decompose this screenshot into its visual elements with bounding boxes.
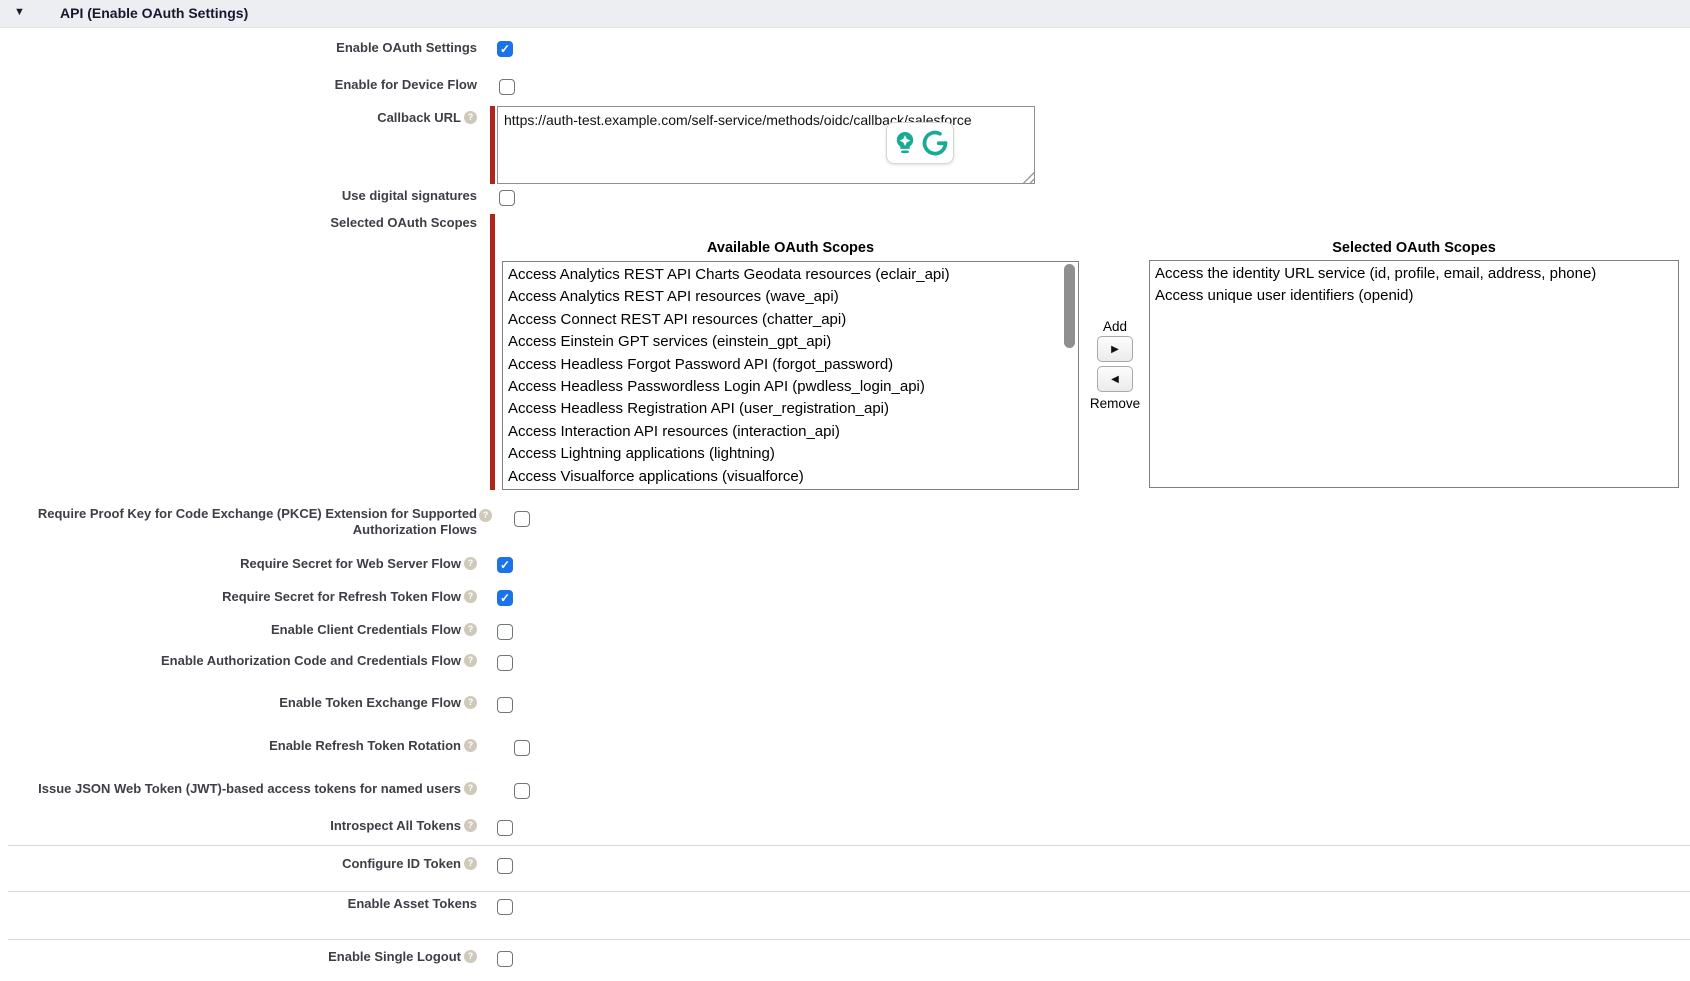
row-divider xyxy=(8,845,1690,846)
selected-oauth-scopes-label: Selected OAuth Scopes xyxy=(0,215,477,231)
section-title: API (Enable OAuth Settings) xyxy=(60,5,248,21)
required-field-bar xyxy=(490,214,495,490)
add-button-caption: Add xyxy=(1079,319,1151,334)
available-scopes-listbox[interactable]: Access Analytics REST API Charts Geodata… xyxy=(502,261,1079,490)
oauth-settings-section: ▼ API (Enable OAuth Settings) Enable OAu… xyxy=(0,0,1690,981)
help-icon[interactable]: ? xyxy=(464,696,477,709)
available-scopes-header: Available OAuth Scopes xyxy=(502,240,1079,256)
callback-url-label: Callback URL ? xyxy=(0,110,477,126)
scope-option[interactable]: Access unique user identifiers (openid) xyxy=(1155,285,1678,307)
right-arrow-icon: ▶ xyxy=(1111,344,1119,355)
selected-scopes-header: Selected OAuth Scopes xyxy=(1149,240,1679,256)
collapse-triangle-icon[interactable]: ▼ xyxy=(14,7,25,18)
enable-oauth-settings-checkbox[interactable]: ✓ xyxy=(497,41,513,57)
selected-scopes-listbox[interactable]: Access the identity URL service (id, pro… xyxy=(1149,260,1679,488)
help-icon[interactable]: ? xyxy=(479,509,492,522)
use-digital-signatures-label: Use digital signatures xyxy=(0,188,477,204)
check-icon: ✓ xyxy=(500,592,510,604)
help-icon[interactable]: ? xyxy=(464,654,477,667)
remove-scope-button[interactable]: ◀ xyxy=(1097,366,1133,392)
help-icon[interactable]: ? xyxy=(464,623,477,636)
section-header: ▼ API (Enable OAuth Settings) xyxy=(0,0,1690,28)
introspect-all-tokens-label: Introspect All Tokens ? xyxy=(0,818,477,834)
enable-single-logout-checkbox[interactable]: ✓ xyxy=(497,951,513,967)
grammarly-extension-icon[interactable] xyxy=(921,129,949,157)
scope-option[interactable]: Access Interaction API resources (intera… xyxy=(508,421,1078,443)
left-arrow-icon: ◀ xyxy=(1111,374,1119,385)
help-icon[interactable]: ? xyxy=(464,111,477,124)
browser-extension-pill xyxy=(886,122,954,164)
scope-option[interactable]: Access Analytics REST API resources (wav… xyxy=(508,286,1078,308)
add-scope-button[interactable]: ▶ xyxy=(1097,336,1133,362)
require-secret-web-server-flow-label: Require Secret for Web Server Flow ? xyxy=(0,556,477,572)
remove-button-caption: Remove xyxy=(1079,396,1151,411)
enable-refresh-token-rotation-label: Enable Refresh Token Rotation ? xyxy=(0,738,477,754)
scope-option[interactable]: Access Headless Forgot Password API (for… xyxy=(508,354,1078,376)
help-icon[interactable]: ? xyxy=(464,782,477,795)
enable-auth-code-credentials-flow-label: Enable Authorization Code and Credential… xyxy=(0,653,477,669)
help-icon[interactable]: ? xyxy=(464,739,477,752)
help-icon[interactable]: ? xyxy=(464,557,477,570)
check-icon: ✓ xyxy=(500,43,510,55)
listbox-scrollbar-thumb[interactable] xyxy=(1064,264,1075,348)
lightbulb-extension-icon[interactable] xyxy=(891,129,919,157)
issue-jwt-access-tokens-checkbox[interactable]: ✓ xyxy=(514,783,530,799)
scope-option[interactable]: Access Visualforce applications (visualf… xyxy=(508,466,1078,488)
scope-option[interactable]: Access Lightning applications (lightning… xyxy=(508,443,1078,465)
enable-asset-tokens-checkbox[interactable]: ✓ xyxy=(497,899,513,915)
require-secret-web-server-flow-checkbox[interactable]: ✓ xyxy=(497,557,513,573)
enable-single-logout-label: Enable Single Logout ? xyxy=(0,949,477,965)
enable-for-device-flow-label: Enable for Device Flow xyxy=(0,77,477,93)
issue-jwt-access-tokens-label: Issue JSON Web Token (JWT)-based access … xyxy=(0,781,477,797)
scope-option[interactable]: Access the identity URL service (id, pro… xyxy=(1155,263,1678,285)
scope-option[interactable]: Access Headless Registration API (user_r… xyxy=(508,398,1078,420)
check-icon: ✓ xyxy=(500,559,510,571)
configure-id-token-label: Configure ID Token ? xyxy=(0,856,477,872)
require-secret-refresh-token-flow-label: Require Secret for Refresh Token Flow ? xyxy=(0,589,477,605)
enable-for-device-flow-checkbox[interactable]: ✓ xyxy=(499,79,515,95)
configure-id-token-checkbox[interactable]: ✓ xyxy=(497,858,513,874)
enable-client-credentials-flow-label: Enable Client Credentials Flow ? xyxy=(0,622,477,638)
enable-oauth-settings-label: Enable OAuth Settings xyxy=(0,40,477,56)
row-divider xyxy=(8,891,1690,892)
help-icon[interactable]: ? xyxy=(464,857,477,870)
scope-option[interactable]: Access Analytics REST API Charts Geodata… xyxy=(508,264,1078,286)
enable-token-exchange-flow-checkbox[interactable]: ✓ xyxy=(497,697,513,713)
introspect-all-tokens-checkbox[interactable]: ✓ xyxy=(497,820,513,836)
enable-token-exchange-flow-label: Enable Token Exchange Flow ? xyxy=(0,695,477,711)
enable-auth-code-credentials-flow-checkbox[interactable]: ✓ xyxy=(497,655,513,671)
require-pkce-checkbox[interactable]: ✓ xyxy=(514,511,530,527)
use-digital-signatures-checkbox[interactable]: ✓ xyxy=(499,190,515,206)
require-secret-refresh-token-flow-checkbox[interactable]: ✓ xyxy=(497,590,513,606)
help-icon[interactable]: ? xyxy=(464,950,477,963)
require-pkce-label: Require Proof Key for Code Exchange (PKC… xyxy=(23,506,477,538)
required-field-bar xyxy=(490,106,495,184)
scope-option[interactable]: Access Headless Passwordless Login API (… xyxy=(508,376,1078,398)
enable-refresh-token-rotation-checkbox[interactable]: ✓ xyxy=(514,740,530,756)
scope-option[interactable]: Access Connect REST API resources (chatt… xyxy=(508,309,1078,331)
enable-asset-tokens-label: Enable Asset Tokens xyxy=(0,896,477,912)
help-icon[interactable]: ? xyxy=(464,819,477,832)
enable-client-credentials-flow-checkbox[interactable]: ✓ xyxy=(497,624,513,640)
scope-option[interactable]: Access Einstein GPT services (einstein_g… xyxy=(508,331,1078,353)
help-icon[interactable]: ? xyxy=(464,590,477,603)
row-divider xyxy=(8,939,1690,940)
callback-url-textarea[interactable]: https://auth-test.example.com/self-servi… xyxy=(497,106,1035,184)
